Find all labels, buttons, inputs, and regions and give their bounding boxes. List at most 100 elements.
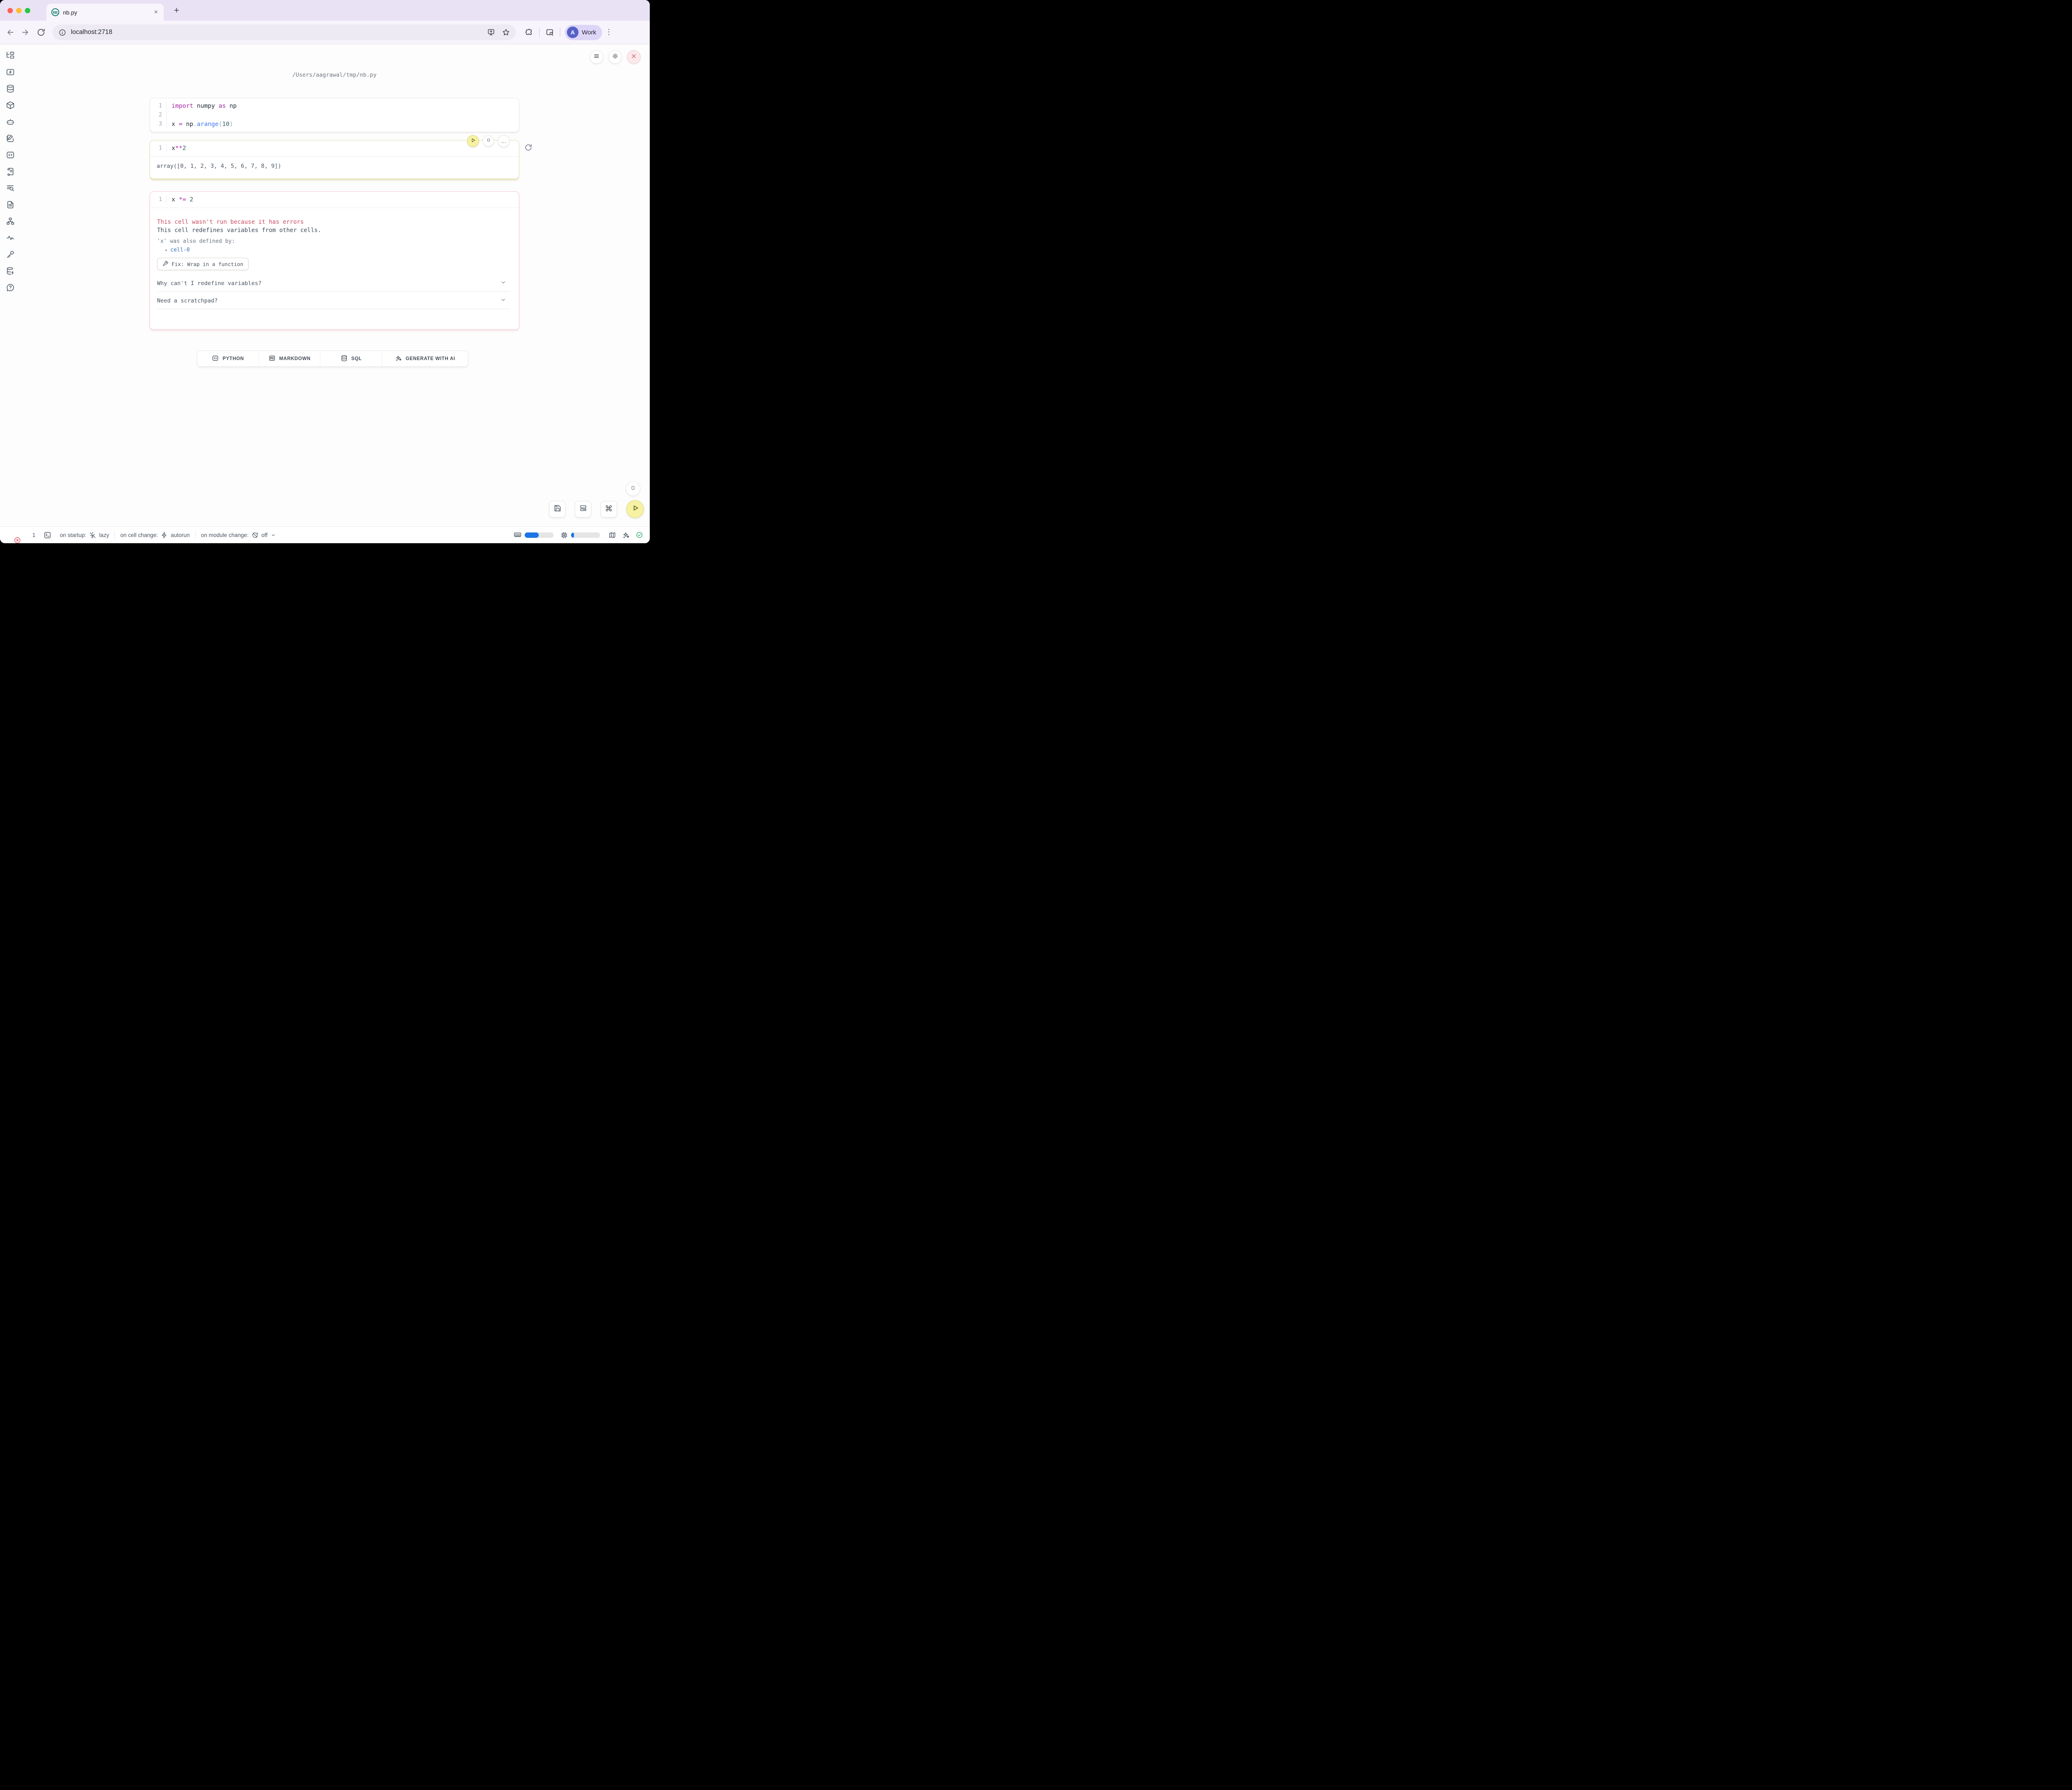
run-cell-button[interactable] [467,135,479,147]
forward-icon[interactable] [21,28,30,37]
accordion-need-scratchpad[interactable]: Need a scratchpad? [157,293,511,309]
sidebar-item-logs[interactable] [6,184,15,193]
settings-button[interactable] [608,50,622,64]
code-editor[interactable]: 1 x *= 2 [150,192,519,204]
sidebar-item-file-explorer[interactable] [6,51,15,60]
key-icon [6,254,15,261]
terminal-button[interactable] [44,531,51,539]
wrench-icon [162,261,168,268]
fix-wrap-function-button[interactable]: Fix: Wrap in a function [157,258,249,270]
sidebar-item-datasources[interactable] [6,84,15,93]
close-icon [630,53,637,62]
sidebar-item-packages[interactable] [6,101,15,110]
ram-usage [513,531,554,539]
cell-change-mode-button[interactable]: on cell change: autorun [120,532,190,539]
notebook-filepath[interactable]: /Users/aagrawal/tmp/nb.py [150,72,519,78]
accordion-redefine-variables[interactable]: Why can't I redefine variables? [157,275,511,292]
add-sql-cell-button[interactable]: SQL [320,351,382,366]
code-lines[interactable]: x *= 2 [167,195,193,204]
profile-button[interactable]: A Work [565,25,602,40]
play-icon [470,137,476,145]
search-tabs-icon[interactable] [545,28,554,37]
code-line[interactable]: x**2 [172,144,186,153]
bullet-dot [165,249,167,251]
minimap-icon[interactable] [608,531,616,539]
command-palette-button[interactable]: ⌘ [600,501,617,518]
ai-sparkles-icon[interactable] [622,531,630,539]
maximize-window-button[interactable] [25,8,30,13]
run-all-button[interactable] [626,500,644,518]
browser-menu-icon[interactable]: ⋮ [605,28,612,37]
add-python-cell-button[interactable]: PYTHON [197,351,259,366]
sidebar-item-secrets[interactable] [6,250,15,259]
startup-mode-button[interactable]: on startup: lazy [60,532,109,539]
code-line[interactable]: x = np.arange(10) [172,120,237,129]
error-count-button[interactable]: 1 [7,526,36,543]
url-text[interactable]: localhost:2718 [71,29,487,36]
browser-toolbar: localhost:2718 A Work ⋮ [0,21,650,44]
refresh-cell-icon[interactable] [524,143,533,152]
stop-cell-button[interactable] [483,135,494,147]
bookmark-star-icon[interactable] [502,28,510,36]
cpu-usage [560,531,600,539]
sidebar-item-variables[interactable] [6,68,15,77]
accordion-label: Why can't I redefine variables? [157,280,261,287]
sidebar-item-ai-chat[interactable] [6,117,15,126]
new-tab-button[interactable]: + [171,5,182,17]
shutdown-button[interactable] [627,50,641,64]
close-window-button[interactable] [7,8,13,13]
toolbar-divider [539,28,540,37]
code-line[interactable]: x *= 2 [172,195,193,204]
code-cell-1[interactable]: 1x**2 array([0, 1, 2, 3, 4, 5, 6, 7, 8, … [150,140,519,179]
cell-menu-button[interactable]: … [498,135,510,147]
cpu-usage-bar [571,532,600,538]
code-lines[interactable]: x**2 [167,144,186,153]
interrupt-kernel-button[interactable] [626,481,640,496]
sidebar-item-documentation[interactable] [6,200,15,209]
address-bar[interactable]: localhost:2718 [53,24,516,40]
sidebar-item-outline[interactable] [6,167,15,176]
module-change-mode-button[interactable]: on module change: off [201,532,276,539]
sparkles-icon [395,355,402,363]
save-notebook-button[interactable] [549,501,566,518]
generate-with-ai-button[interactable]: GENERATE WITH AI [382,351,468,366]
layout-icon [579,504,587,514]
add-markdown-cell-button[interactable]: MARKDOWN [259,351,321,366]
code-lines[interactable]: import numpy as np x = np.arange(10) [167,102,237,129]
add-python-label: PYTHON [223,356,244,361]
code-cell-2[interactable]: 1x *= 2 This cell wasn't run because it … [150,191,519,330]
layout-button[interactable] [575,501,591,518]
module-change-value: off [261,532,268,538]
tab-close-icon[interactable]: × [153,9,159,16]
chevron-down-icon [500,297,506,305]
reload-icon[interactable] [36,28,46,37]
sidebar-item-dependencies[interactable] [6,217,15,226]
sidebar-item-scratchpad[interactable] [6,134,15,143]
tab-bar: m nb.py × + [0,0,650,21]
sidebar-item-help[interactable] [6,283,15,292]
menu-button[interactable] [590,50,603,64]
sidebar-item-tracing[interactable] [6,233,15,242]
generate-ai-label: GENERATE WITH AI [406,356,455,361]
startup-label: on startup: [60,532,87,538]
fnbox-icon [6,71,15,78]
cell-reference-link[interactable]: cell-0 [170,247,190,253]
install-app-icon[interactable] [487,28,495,36]
line-number-gutter: 1 [150,195,167,204]
code-line[interactable]: import numpy as np [172,102,237,111]
code-line[interactable] [172,111,237,120]
sidebar-item-snippets[interactable] [6,150,15,160]
fix-button-label: Fix: Wrap in a function [172,261,243,267]
code-cell-0[interactable]: 123import numpy as np x = np.arange(10) [150,98,519,132]
module-change-label: on module change: [201,532,249,538]
line-number-gutter: 123 [150,102,167,129]
extensions-icon[interactable] [525,28,533,37]
browser-tab[interactable]: m nb.py × [46,4,164,21]
minimize-window-button[interactable] [16,8,22,13]
site-info-icon[interactable] [58,29,66,36]
code-editor[interactable]: 123import numpy as np x = np.arange(10) [150,98,519,129]
sidebar-item-cache[interactable] [6,266,15,276]
hamburger-icon [593,53,600,62]
code-editor[interactable]: 1x**2 [150,140,519,153]
back-icon[interactable] [6,28,15,37]
